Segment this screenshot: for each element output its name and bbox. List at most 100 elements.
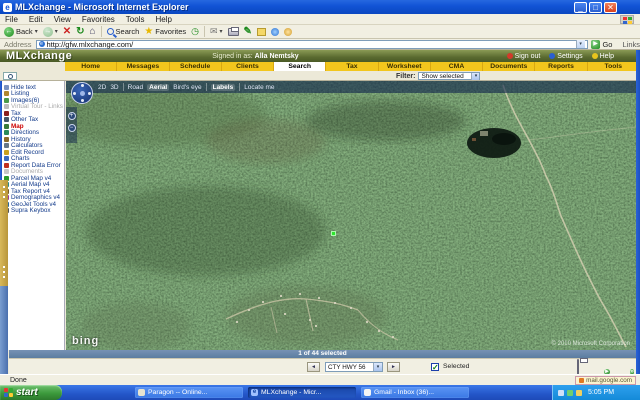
favorites-star-icon: ★ <box>144 26 153 37</box>
zoom-out-button[interactable]: − <box>68 124 76 132</box>
tab-schedule[interactable]: Schedule <box>170 62 222 71</box>
map-labels-toggle[interactable]: Labels <box>211 84 236 91</box>
previous-record-button[interactable]: ◄ <box>307 362 320 372</box>
close-button[interactable]: ✕ <box>604 2 617 13</box>
links-label[interactable]: Links <box>622 40 640 49</box>
tab-reports[interactable]: Reports <box>535 62 587 71</box>
back-button[interactable]: ← Back ▾ <box>4 27 38 37</box>
filter-select[interactable]: Show selected ▾ <box>418 72 480 80</box>
maximize-button[interactable]: □ <box>589 2 602 13</box>
notification-box[interactable]: mail.google.com <box>575 376 636 385</box>
menu-edit[interactable]: Edit <box>29 15 43 24</box>
map-zoom-controls: + − <box>66 107 77 143</box>
map-mode-2d[interactable]: 2D <box>98 84 106 91</box>
help-link[interactable]: Help <box>592 53 614 60</box>
home-icon: ⌂ <box>90 26 96 37</box>
volume-icon[interactable] <box>558 390 564 396</box>
compass-control[interactable] <box>71 82 93 104</box>
images-icon <box>4 98 9 103</box>
panel-splitter[interactable] <box>0 180 8 286</box>
settings-link[interactable]: Settings <box>549 53 582 60</box>
forward-button[interactable]: → ▾ <box>43 27 58 37</box>
next-record-button[interactable]: ► <box>387 362 400 372</box>
back-dropdown-icon[interactable]: ▾ <box>35 28 38 35</box>
tab-home[interactable]: Home <box>65 62 117 71</box>
menu-favorites[interactable]: Favorites <box>82 15 115 24</box>
notes-button[interactable] <box>257 28 266 36</box>
edit-icon: ✎ <box>244 26 252 37</box>
system-tray: 5:05 PM <box>552 385 640 400</box>
background-window-edge <box>0 286 8 374</box>
map-mode-3d[interactable]: 3D <box>110 84 118 91</box>
address-url: http://gfw.mlxchange.com/ <box>47 40 576 49</box>
chevron-down-icon: ▾ <box>373 363 382 371</box>
forward-dropdown-icon[interactable]: ▾ <box>55 28 58 35</box>
tab-cma[interactable]: CMA <box>431 62 483 71</box>
map-view-aerial[interactable]: Aerial <box>147 84 169 91</box>
bing-logo: bing <box>72 335 99 347</box>
tab-messages[interactable]: Messages <box>117 62 169 71</box>
map-view-birdseye[interactable]: Bird's eye <box>173 84 201 91</box>
messenger-alt-button[interactable] <box>284 28 292 36</box>
paragon-app-icon <box>138 389 145 396</box>
gmail-app-icon <box>364 389 371 396</box>
map-view-road[interactable]: Road <box>128 84 144 91</box>
sign-out-link[interactable]: Sign out <box>507 53 541 60</box>
stop-button[interactable]: ✕ <box>63 26 71 37</box>
history-icon: ◷ <box>191 26 199 37</box>
shield-icon[interactable] <box>567 390 573 396</box>
ie-app-icon: e <box>251 389 258 396</box>
map-locate-me[interactable]: Locate me <box>244 84 274 91</box>
messenger-button[interactable] <box>271 28 279 36</box>
history-button[interactable]: ◷ <box>191 26 199 37</box>
charts-icon <box>4 156 9 161</box>
nav-tab-bar: Home Messages Schedule Clients Search Ta… <box>0 62 640 71</box>
menu-help[interactable]: Help <box>155 15 171 24</box>
menu-view[interactable]: View <box>54 15 71 24</box>
aerial-map[interactable]: © 2010 Microsoft Corporation 2D 3D Road … <box>66 81 636 350</box>
toolbar-separator <box>204 26 205 37</box>
page-search-button[interactable] <box>3 72 17 80</box>
selection-status-bar: 1 of 44 selected <box>9 350 636 358</box>
mail-icon: ✉ <box>210 26 218 37</box>
home-button[interactable]: ⌂ <box>90 26 96 37</box>
sidebar-item-supra-keybox[interactable]: Supra Keybox <box>2 208 64 215</box>
mail-dropdown-icon[interactable]: ▾ <box>220 28 223 35</box>
tab-worksheet[interactable]: Worksheet <box>379 62 431 71</box>
print-icon <box>228 28 239 36</box>
search-button[interactable]: Search <box>107 27 140 36</box>
address-bar: Address e http://gfw.mlxchange.com/ ▾ ▶ … <box>0 39 640 50</box>
menu-file[interactable]: File <box>5 15 18 24</box>
print-button[interactable] <box>228 27 239 36</box>
record-select[interactable]: CTY HWY 56 ▾ <box>325 362 383 372</box>
listing-marker[interactable] <box>331 231 336 236</box>
window-title: MLXchange - Microsoft Internet Explorer <box>15 2 572 12</box>
start-button[interactable]: start <box>0 385 62 400</box>
search-icon <box>107 28 114 35</box>
tab-documents[interactable]: Documents <box>483 62 535 71</box>
task-gmail[interactable]: Gmail - Inbox (36)... <box>361 387 469 398</box>
task-mlxchange[interactable]: e MLXchange - Micr... <box>248 387 356 398</box>
menu-tools[interactable]: Tools <box>126 15 145 24</box>
mail-button[interactable]: ✉ ▾ <box>210 26 223 37</box>
task-paragon[interactable]: Paragon -- Online... <box>135 387 243 398</box>
tab-tax[interactable]: Tax <box>326 62 378 71</box>
tab-search[interactable]: Search <box>274 62 326 71</box>
tab-clients[interactable]: Clients <box>222 62 274 71</box>
refresh-button[interactable]: ↻ <box>76 26 84 37</box>
app-header: MLXchange Signed in as: Alla Nemtsky Sig… <box>0 50 640 62</box>
edit-button[interactable]: ✎ <box>244 26 252 37</box>
zoom-in-button[interactable]: + <box>68 112 76 120</box>
address-input[interactable]: e http://gfw.mlxchange.com/ ▾ <box>36 40 588 49</box>
go-icon[interactable]: ▶ <box>591 40 601 49</box>
sign-out-icon <box>507 53 513 59</box>
stop-icon: ✕ <box>63 26 71 37</box>
favorites-button[interactable]: ★ Favorites <box>144 26 186 37</box>
selected-checkbox[interactable]: ✓ <box>431 363 439 371</box>
go-label[interactable]: Go <box>602 40 612 49</box>
address-dropdown-icon[interactable]: ▾ <box>576 40 585 48</box>
network-icon[interactable] <box>576 390 582 396</box>
tab-tools[interactable]: Tools <box>588 62 640 71</box>
minimize-button[interactable]: _ <box>574 2 587 13</box>
signed-in-user: Alla Nemtsky <box>255 53 299 60</box>
